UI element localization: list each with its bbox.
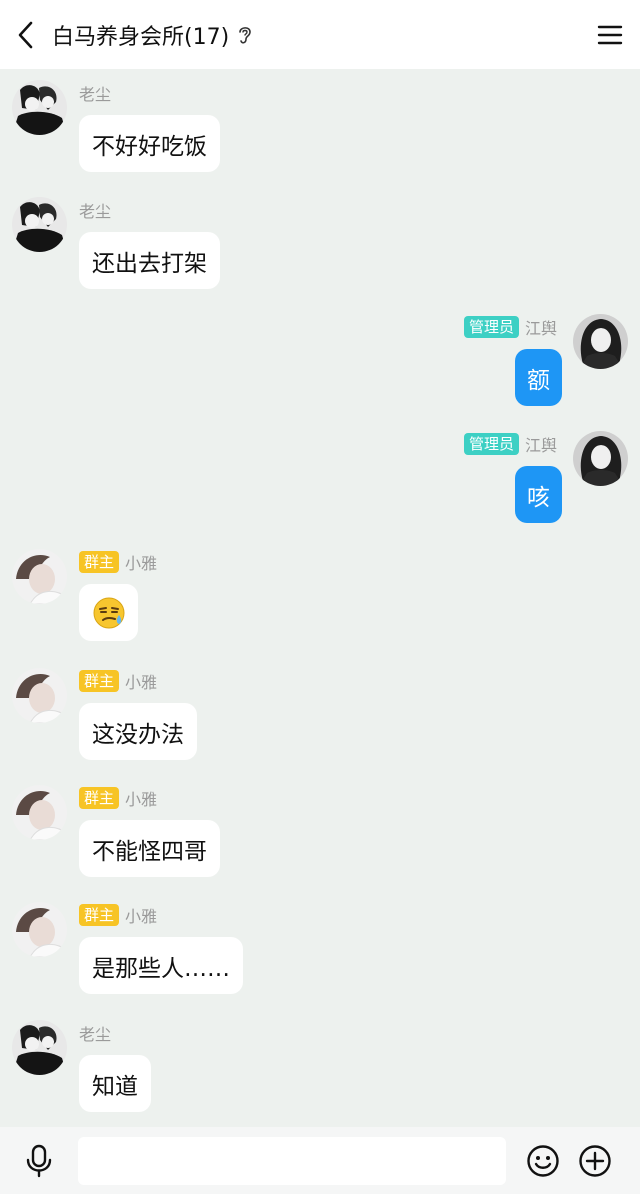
owner-badge: 群主: [79, 670, 120, 692]
sweat-smirk-emoji: [93, 597, 124, 628]
message-bubble[interactable]: [79, 584, 138, 641]
avatar[interactable]: [12, 902, 67, 957]
sender-name: 老尘: [79, 202, 112, 221]
message-bubble[interactable]: 额: [515, 349, 562, 406]
plus-circle-icon: [579, 1144, 611, 1177]
avatar[interactable]: [12, 668, 67, 723]
microphone-icon: [26, 1144, 52, 1177]
message-bubble[interactable]: 不能怪四哥: [79, 820, 220, 877]
back-button[interactable]: [0, 0, 52, 69]
more-button[interactable]: [569, 1127, 621, 1194]
message-bubble[interactable]: 知道: [79, 1055, 151, 1112]
header-bar: 白马养身会所(17): [0, 0, 640, 69]
message-bubble[interactable]: 不好好吃饭: [79, 115, 220, 172]
owner-badge: 群主: [79, 787, 120, 809]
avatar[interactable]: [12, 80, 67, 135]
emoji-button[interactable]: [517, 1127, 569, 1194]
owner-badge: 群主: [79, 904, 120, 926]
ear-icon: [237, 24, 253, 46]
owner-badge: 群主: [79, 551, 120, 573]
avatar[interactable]: [12, 785, 67, 840]
avatar[interactable]: [12, 1020, 67, 1075]
group-title: 白马养身会所(17): [52, 24, 230, 50]
admin-badge: 管理员: [463, 433, 519, 455]
chat-area[interactable]: 老尘 不好好吃饭 老尘 还出去打架 管理员 江舆 额 管理员 江舆 咳 群主 小…: [0, 69, 640, 1127]
sender-name: 小雅: [125, 907, 158, 926]
avatar[interactable]: [573, 431, 628, 486]
message-bubble[interactable]: 是那些人……: [79, 937, 243, 994]
message-bubble[interactable]: 咳: [515, 466, 562, 523]
sender-name: 江舆: [524, 319, 557, 338]
hamburger-menu-icon: [597, 25, 623, 44]
menu-button[interactable]: [580, 0, 640, 69]
smiley-icon: [527, 1144, 559, 1177]
message-bubble[interactable]: 这没办法: [79, 703, 197, 760]
sender-name: 小雅: [125, 554, 158, 573]
sender-name: 江舆: [524, 436, 557, 455]
message-input[interactable]: [78, 1136, 506, 1185]
chevron-left-icon: [18, 21, 33, 48]
avatar[interactable]: [12, 549, 67, 604]
sender-name: 老尘: [79, 85, 112, 104]
sender-name: 小雅: [125, 673, 158, 692]
avatar[interactable]: [12, 197, 67, 252]
voice-button[interactable]: [0, 1127, 78, 1194]
composer-bar: [0, 1127, 640, 1194]
sender-name: 小雅: [125, 790, 158, 809]
admin-badge: 管理员: [463, 316, 519, 338]
avatar[interactable]: [573, 314, 628, 369]
message-bubble[interactable]: 还出去打架: [79, 232, 220, 289]
sender-name: 老尘: [79, 1025, 112, 1044]
